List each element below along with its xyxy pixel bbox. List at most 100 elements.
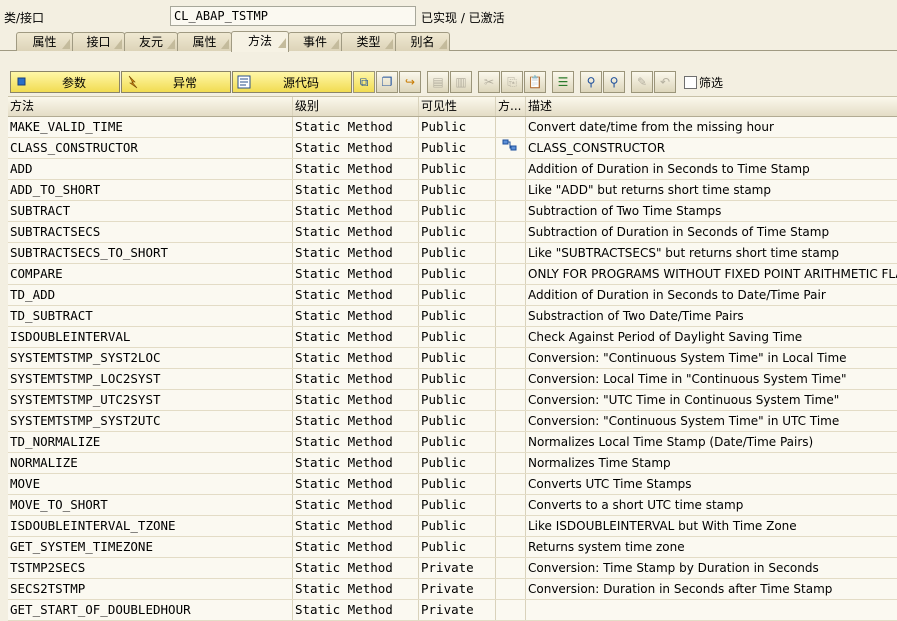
level-cell[interactable]: Static Method	[293, 474, 419, 494]
table-row[interactable]: ADD_TO_SHORT Static Method Public Like "ADD…	[8, 180, 897, 201]
level-cell[interactable]: Static Method	[293, 306, 419, 326]
visibility-cell[interactable]: Public	[419, 306, 496, 326]
method-name-cell[interactable]: TSTMP2SECS	[8, 558, 293, 578]
description-cell[interactable]: Substraction of Two Date/Time Pairs	[526, 306, 897, 326]
visibility-cell[interactable]: Public	[419, 474, 496, 494]
insert-row-button[interactable]: ▤	[427, 71, 449, 93]
table-row[interactable]: GET_START_OF_DOUBLEDHOUR Static Method Pri…	[8, 600, 897, 621]
visibility-cell[interactable]: Public	[419, 243, 496, 263]
description-cell[interactable]: Converts to a short UTC time stamp	[526, 495, 897, 515]
column-header-description[interactable]: 描述	[526, 97, 897, 116]
tab-events[interactable]: 事件	[288, 32, 342, 51]
visibility-cell[interactable]: Public	[419, 411, 496, 431]
method-name-cell[interactable]: COMPARE	[8, 264, 293, 284]
level-cell[interactable]: Static Method	[293, 579, 419, 599]
table-row[interactable]: SUBTRACTSECS_TO_SHORT Static Method Public…	[8, 243, 897, 264]
tab-aliases[interactable]: 别名	[395, 32, 450, 51]
visibility-cell[interactable]: Public	[419, 327, 496, 347]
visibility-cell[interactable]: Public	[419, 516, 496, 536]
description-cell[interactable]: Conversion: "UTC Time in Continuous Syst…	[526, 390, 897, 410]
tab-types[interactable]: 类型	[341, 32, 396, 51]
table-row[interactable]: ADD Static Method Public Addition of Durati…	[8, 159, 897, 180]
method-name-cell[interactable]: TD_NORMALIZE	[8, 432, 293, 452]
description-cell[interactable]: Conversion: "Continuous System Time" in …	[526, 411, 897, 431]
cut-button[interactable]: ✂	[478, 71, 500, 93]
method-name-cell[interactable]: ISDOUBLEINTERVAL_TZONE	[8, 516, 293, 536]
level-cell[interactable]: Static Method	[293, 453, 419, 473]
column-header-method[interactable]: 方法	[8, 97, 293, 116]
level-cell[interactable]: Static Method	[293, 348, 419, 368]
method-name-cell[interactable]: GET_START_OF_DOUBLEDHOUR	[8, 600, 293, 620]
method-name-cell[interactable]: SYSTEMTSTMP_SYST2UTC	[8, 411, 293, 431]
description-cell[interactable]: Like "ADD" but returns short time stamp	[526, 180, 897, 200]
method-name-cell[interactable]: TD_SUBTRACT	[8, 306, 293, 326]
description-cell[interactable]: Returns system time zone	[526, 537, 897, 557]
method-name-cell[interactable]: ADD	[8, 159, 293, 179]
table-row[interactable]: CLASS_CONSTRUCTOR Static Method Public CLAS…	[8, 138, 897, 159]
level-cell[interactable]: Static Method	[293, 159, 419, 179]
source-code-button[interactable]: 源代码	[232, 71, 352, 93]
description-cell[interactable]: Conversion: Time Stamp by Duration in Se…	[526, 558, 897, 578]
table-row[interactable]: SYSTEMTSTMP_SYST2LOC Static Method Public C…	[8, 348, 897, 369]
description-cell[interactable]: Check Against Period of Daylight Saving …	[526, 327, 897, 347]
visibility-cell[interactable]: Public	[419, 285, 496, 305]
level-cell[interactable]: Static Method	[293, 180, 419, 200]
visibility-cell[interactable]: Public	[419, 138, 496, 158]
visibility-cell[interactable]: Private	[419, 579, 496, 599]
method-name-cell[interactable]: GET_SYSTEM_TIMEZONE	[8, 537, 293, 557]
level-cell[interactable]: Static Method	[293, 411, 419, 431]
level-cell[interactable]: Static Method	[293, 495, 419, 515]
visibility-cell[interactable]: Public	[419, 453, 496, 473]
visibility-cell[interactable]: Public	[419, 537, 496, 557]
description-cell[interactable]: Subtraction of Duration in Seconds of Ti…	[526, 222, 897, 242]
description-cell[interactable]: Conversion: Duration in Seconds after Ti…	[526, 579, 897, 599]
visibility-cell[interactable]: Public	[419, 159, 496, 179]
level-cell[interactable]: Static Method	[293, 138, 419, 158]
table-row[interactable]: TD_SUBTRACT Static Method Public Substracti…	[8, 306, 897, 327]
column-header-level[interactable]: 级别	[293, 97, 419, 116]
undo-button[interactable]: ↶	[654, 71, 676, 93]
description-cell[interactable]: Normalizes Local Time Stamp (Date/Time P…	[526, 432, 897, 452]
find-next-button[interactable]: ⚲	[603, 71, 625, 93]
description-cell[interactable]: Like ISDOUBLEINTERVAL but With Time Zone	[526, 516, 897, 536]
column-header-visibility[interactable]: 可见性	[419, 97, 496, 116]
method-name-cell[interactable]: SYSTEMTSTMP_UTC2SYST	[8, 390, 293, 410]
visibility-cell[interactable]: Public	[419, 348, 496, 368]
level-cell[interactable]: Static Method	[293, 390, 419, 410]
table-row[interactable]: MOVE_TO_SHORT Static Method Public Converts…	[8, 495, 897, 516]
table-row[interactable]: TSTMP2SECS Static Method Private Conversion…	[8, 558, 897, 579]
description-cell[interactable]: Conversion: Local Time in "Continuous Sy…	[526, 369, 897, 389]
tab-attributes[interactable]: 属性	[16, 32, 73, 51]
description-cell[interactable]	[526, 600, 897, 620]
level-cell[interactable]: Static Method	[293, 243, 419, 263]
parameters-button[interactable]: 参数	[10, 71, 120, 93]
level-cell[interactable]: Static Method	[293, 537, 419, 557]
table-row[interactable]: ISDOUBLEINTERVAL_TZONE Static Method Publi…	[8, 516, 897, 537]
paste-button[interactable]: 📋	[524, 71, 546, 93]
table-row[interactable]: SUBTRACT Static Method Public Subtraction o…	[8, 201, 897, 222]
method-name-cell[interactable]: SUBTRACTSECS_TO_SHORT	[8, 243, 293, 263]
tab-interfaces[interactable]: 接口	[72, 32, 125, 51]
method-name-cell[interactable]: SUBTRACTSECS	[8, 222, 293, 242]
method-name-cell[interactable]: MOVE_TO_SHORT	[8, 495, 293, 515]
copy-button[interactable]: ⎘	[501, 71, 523, 93]
description-cell[interactable]: CLASS_CONSTRUCTOR	[526, 138, 897, 158]
visibility-cell[interactable]: Public	[419, 432, 496, 452]
method-name-cell[interactable]: CLASS_CONSTRUCTOR	[8, 138, 293, 158]
description-cell[interactable]: Normalizes Time Stamp	[526, 453, 897, 473]
table-row[interactable]: TD_NORMALIZE Static Method Public Normalize…	[8, 432, 897, 453]
description-cell[interactable]: ONLY FOR PROGRAMS WITHOUT FIXED POINT AR…	[526, 264, 897, 284]
visibility-cell[interactable]: Public	[419, 495, 496, 515]
level-cell[interactable]: Static Method	[293, 600, 419, 620]
tab-attributes-2[interactable]: 属性	[177, 32, 232, 51]
visibility-cell[interactable]: Public	[419, 369, 496, 389]
level-cell[interactable]: Static Method	[293, 327, 419, 347]
copy-object-button[interactable]: ❐	[376, 71, 398, 93]
level-cell[interactable]: Static Method	[293, 558, 419, 578]
visibility-cell[interactable]: Public	[419, 264, 496, 284]
visibility-cell[interactable]: Public	[419, 222, 496, 242]
method-name-cell[interactable]: MOVE	[8, 474, 293, 494]
level-cell[interactable]: Static Method	[293, 264, 419, 284]
level-cell[interactable]: Static Method	[293, 516, 419, 536]
method-name-cell[interactable]: SUBTRACT	[8, 201, 293, 221]
